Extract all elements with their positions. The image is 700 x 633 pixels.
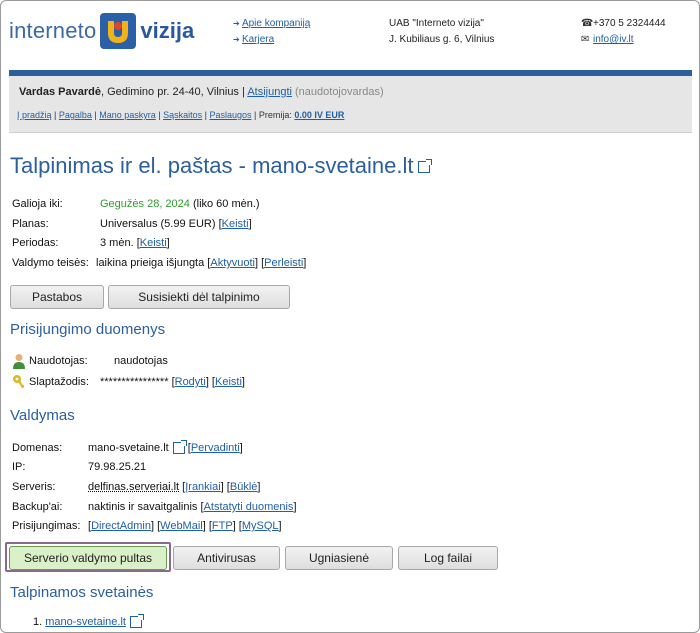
logout-link[interactable]: Atsijungti <box>247 86 292 98</box>
logo-text-left: interneto <box>9 18 97 43</box>
show-password-link[interactable]: Rodyti <box>175 376 206 388</box>
status-link[interactable]: Būklė <box>230 481 258 493</box>
mail-icon: ✉ <box>581 34 590 45</box>
ip-value: 79.98.25.21 <box>88 461 147 473</box>
tools-link[interactable]: Įrankiai <box>185 481 220 493</box>
menu-my-account[interactable]: Mano paskyra <box>99 110 156 120</box>
account-menu: Į pradžią | Pagalba | Mano paskyra | Sąs… <box>17 110 345 120</box>
premium-label: | Premija: <box>254 110 295 120</box>
mysql-link[interactable]: MySQL <box>242 520 279 532</box>
server-label: Serveris: <box>12 481 56 493</box>
contact-hosting-button[interactable]: Susisiekti dėl talpinimo <box>108 285 290 309</box>
ftp-link[interactable]: FTP <box>212 520 233 532</box>
change-password-link[interactable]: Keisti <box>215 376 242 388</box>
email-link[interactable]: info@iv.lt <box>593 34 634 45</box>
menu-home[interactable]: Į pradžią <box>17 110 52 120</box>
period-change-link[interactable]: Keisti <box>140 237 167 249</box>
logo-text-right: vizija <box>140 18 195 43</box>
user-value: naudotojas <box>114 355 168 367</box>
rights-value: laikina prieiga išjungta <box>96 257 208 269</box>
user-line: Vardas Pavardė, Gedimino pr. 24-40, Viln… <box>19 86 384 98</box>
logo[interactable]: interneto vizija <box>9 11 194 51</box>
domain-external-icon[interactable] <box>172 440 187 455</box>
backup-value: naktinis ir savaitgalinis <box>88 501 201 513</box>
activate-link[interactable]: Aktyvuoti <box>210 257 255 269</box>
user-address: , Gedimino pr. 24-40, Vilnius | <box>100 86 248 98</box>
restore-link[interactable]: Atstatyti duomenis <box>204 501 294 513</box>
logo-mark-icon <box>100 13 137 49</box>
menu-invoices[interactable]: Sąskaitos <box>163 110 202 120</box>
rename-domain-link[interactable]: Pervadinti <box>191 442 240 454</box>
career-link[interactable]: Karjera <box>242 34 274 45</box>
browser-frame: interneto vizija Apie kompaniją Karjera … <box>0 0 700 633</box>
pass-value: **************** <box>100 376 172 388</box>
notes-button[interactable]: Pastabos <box>10 285 104 309</box>
transfer-link[interactable]: Perleisti <box>264 257 303 269</box>
site-header: interneto vizija Apie kompaniją Karjera … <box>1 1 699 61</box>
hosted-section-title: Talpinamos svetainės <box>10 584 154 601</box>
premium-value-link[interactable]: 0.00 IV EUR <box>294 110 344 120</box>
ip-label: IP: <box>12 461 26 473</box>
external-link-icon[interactable] <box>417 159 432 174</box>
valid-label: Galioja iki: <box>12 198 63 210</box>
about-link[interactable]: Apie kompaniją <box>242 18 310 29</box>
plan-change-link[interactable]: Keisti <box>222 218 249 230</box>
page-title: Talpinimas ir el. paštas - mano-svetaine… <box>10 153 432 179</box>
site-external-icon[interactable] <box>129 614 144 629</box>
phone-number: +370 5 2324444 <box>593 18 666 29</box>
plan-label: Planas: <box>12 218 49 230</box>
company-name: UAB "Interneto vizija" <box>389 18 484 29</box>
menu-services[interactable]: Paslaugos <box>210 110 252 120</box>
firewall-button[interactable]: Ugniasienė <box>285 546 393 570</box>
header-links: Apie kompaniją Karjera <box>233 16 310 48</box>
list-item: 1. mano-svetaine.lt <box>33 614 144 629</box>
user-label: Naudotojas: <box>29 354 88 367</box>
company-info: UAB "Interneto vizija" J. Kubiliaus g. 6… <box>389 16 494 48</box>
phone-icon: ☎ <box>581 18 594 29</box>
access-label: Prisijungimas: <box>12 520 81 532</box>
directadmin-link[interactable]: DirectAdmin <box>91 520 151 532</box>
valid-date: Gegužės 28, 2024 <box>100 198 190 210</box>
hosted-site-link[interactable]: mano-svetaine.lt <box>45 616 126 628</box>
valid-note: (liko 60 mėn.) <box>189 198 260 210</box>
pass-label: Slaptažodis: <box>29 375 89 388</box>
user-name: Vardas Pavardė <box>19 86 101 98</box>
contact-info: ☎+370 5 2324444 ✉ info@iv.lt <box>581 16 666 48</box>
server-value: delfinas.serveriai.lt <box>88 481 180 493</box>
log-files-button[interactable]: Log failai <box>398 546 498 570</box>
key-icon <box>13 375 25 389</box>
username-note: (naudotojovardas) <box>291 86 384 98</box>
server-panel-button[interactable]: Serverio valdymo pultas <box>9 546 167 570</box>
plan-value: Universalus (5.99 EUR) <box>100 218 219 230</box>
period-label: Periodas: <box>12 237 59 249</box>
company-address: J. Kubiliaus g. 6, Vilnius <box>389 34 495 45</box>
period-value: 3 mėn. <box>100 237 137 249</box>
rights-label: Valdymo teisės: <box>12 257 89 269</box>
account-bar: Vardas Pavardė, Gedimino pr. 24-40, Viln… <box>9 76 692 133</box>
webmail-link[interactable]: WebMail <box>160 520 203 532</box>
user-icon <box>13 354 25 369</box>
menu-help[interactable]: Pagalba <box>59 110 92 120</box>
antivirus-button[interactable]: Antivirusas <box>173 546 280 570</box>
manage-section-title: Valdymas <box>10 407 75 424</box>
backup-label: Backup'ai: <box>12 501 63 513</box>
domain-value: mano-svetaine.lt <box>88 442 169 454</box>
login-section-title: Prisijungimo duomenys <box>10 321 166 338</box>
domain-label: Domenas: <box>12 442 63 454</box>
